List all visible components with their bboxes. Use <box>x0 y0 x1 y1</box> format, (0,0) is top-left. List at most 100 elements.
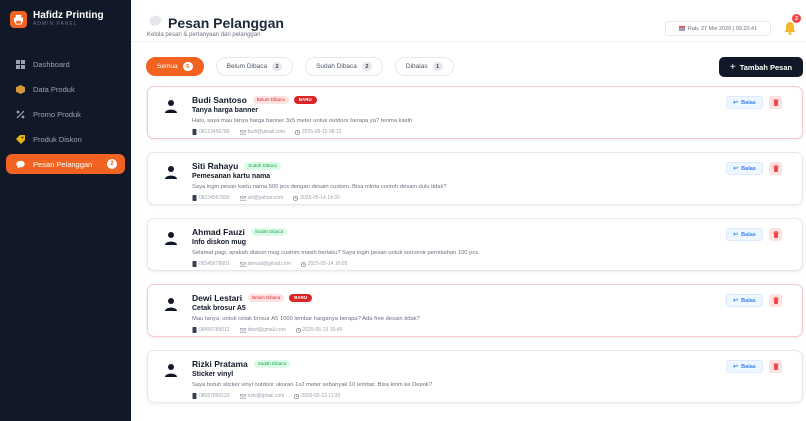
sender-email: dewi@gmail.com <box>247 327 286 333</box>
message-text: Selamat pagi, apakah diskon mug custom m… <box>192 250 480 256</box>
email-icon <box>239 195 246 201</box>
sidebar-item-data-produk[interactable]: Data Produk <box>6 79 125 99</box>
phone-icon <box>192 393 197 399</box>
notification-badge: 2 <box>792 14 801 23</box>
filter-count: 1 <box>432 62 443 71</box>
message-meta: 08123456789 budi@gmail.com 2025-05-15 09… <box>192 128 692 136</box>
add-message-label: Tambah Pesan <box>739 62 793 72</box>
delete-button[interactable] <box>769 294 782 307</box>
sidebar-item-promo-produk[interactable]: Promo Produk <box>6 104 125 124</box>
phone-icon <box>192 261 197 267</box>
reply-label: Balas <box>741 363 756 370</box>
message-text: Saya ingin pesan kartu nama 500 pcs deng… <box>192 184 447 190</box>
add-message-button[interactable]: + Tambah Pesan <box>719 57 803 77</box>
sender-email: rizki@gmail.com <box>247 393 285 399</box>
sender-phone: 08123456789 <box>199 129 230 135</box>
sidebar-unread-badge: 2 <box>107 159 117 169</box>
page-title: Pesan Pelanggan <box>168 15 284 31</box>
status-badge: Belum Dibaca <box>248 293 285 302</box>
message-meta: 08456789012 dewi@gmail.com 2025-05-13 16… <box>192 326 692 334</box>
message-card[interactable]: Siti Rahayu Sudah Dibaca Pemesanan kartu… <box>147 152 803 205</box>
page-header: Pesan Pelanggan Kelola pesan & pertanyaa… <box>131 0 806 42</box>
reply-button[interactable]: ↩ Balas <box>726 360 763 373</box>
email-icon <box>239 393 246 399</box>
sidebar-item-label: Pesan Pelanggan <box>33 159 93 169</box>
main-content: Pesan Pelanggan Kelola pesan & pertanyaa… <box>131 0 806 421</box>
phone-icon <box>192 327 197 333</box>
sidebar-nav: Dashboard Data Produk Promo Produk Produ… <box>0 54 131 179</box>
status-badge: Sudah Dibaca <box>244 161 281 170</box>
message-text: Saya butuh sticker vinyl outdoor ukuran … <box>192 382 433 388</box>
email-icon <box>239 261 246 267</box>
sidebar-item-label: Promo Produk <box>33 109 81 119</box>
message-text: Halo, saya mau tanya harga banner 3x5 me… <box>192 118 413 124</box>
reply-label: Balas <box>741 231 756 238</box>
message-subject: Sticker vinyl <box>192 371 234 378</box>
message-date: 2025-05-14 14:30 <box>300 195 340 201</box>
brand[interactable]: Hafidz Printing ADMIN PANEL <box>0 0 131 38</box>
message-date: 2025-05-14 10:05 <box>307 261 348 267</box>
brand-title: Hafidz Printing <box>33 10 104 21</box>
box-icon <box>14 83 26 95</box>
message-meta: 08567890123 rizki@gmail.com 2025-05-13 1… <box>192 392 692 400</box>
message-card[interactable]: Dewi Lestari Belum Dibaca BARU Cetak bro… <box>147 284 803 337</box>
sidebar-item-pesan-pelanggan[interactable]: Pesan Pelanggan 2 <box>6 154 125 174</box>
reply-button[interactable]: ↩ Balas <box>726 228 763 241</box>
reply-button[interactable]: ↩ Balas <box>726 294 763 307</box>
sidebar-item-dashboard[interactable]: Dashboard <box>6 54 125 74</box>
sender-phone: 08567890123 <box>199 393 230 399</box>
delete-button[interactable] <box>769 360 782 373</box>
message-date: 2025-05-13 16:45 <box>302 327 343 333</box>
sidebar-item-label: Data Produk <box>33 84 75 94</box>
message-meta: 08345678901 ahmad@gmail.com 2025-05-14 1… <box>192 260 692 268</box>
datetime-text: Rab, 27 Mei 2026 | 09.20.41 <box>687 25 758 32</box>
sender-email: ahmad@gmail.com <box>247 261 291 267</box>
email-icon <box>239 327 246 333</box>
filter-sudah-dibaca[interactable]: Sudah Dibaca 2 <box>305 57 383 76</box>
sidebar: Hafidz Printing ADMIN PANEL Dashboard Da… <box>0 0 131 421</box>
filter-semua[interactable]: Semua 5 <box>146 57 204 76</box>
trash-icon <box>772 165 779 172</box>
filter-dibalas[interactable]: Dibalas 1 <box>394 57 454 76</box>
message-card[interactable]: Budi Santoso Belum Dibaca BARU Tanya har… <box>147 86 803 139</box>
plus-icon: + <box>729 61 736 73</box>
filter-count: 2 <box>361 62 372 71</box>
message-subject: Cetak brosur A5 <box>192 305 246 312</box>
message-card[interactable]: Rizki Pratama Sudah Dibaca Sticker vinyl… <box>147 350 803 403</box>
status-badge: Sudah Dibaca <box>250 227 288 236</box>
percent-icon <box>14 108 26 120</box>
message-card[interactable]: Ahmad Fauzi Sudah Dibaca Info diskon mug… <box>147 218 803 271</box>
reply-button[interactable]: ↩ Balas <box>726 96 763 109</box>
user-avatar-icon <box>164 363 178 377</box>
reply-icon: ↩ <box>733 364 739 370</box>
sidebar-item-produk-diskon[interactable]: Produk Diskon <box>6 129 125 149</box>
delete-button[interactable] <box>769 228 782 241</box>
printer-logo-icon <box>10 10 27 28</box>
trash-icon <box>772 297 779 304</box>
sender-phone: 08456789012 <box>199 327 230 333</box>
sender-phone: 08345678901 <box>199 261 230 267</box>
user-avatar-icon <box>164 165 178 179</box>
new-badge: BARU <box>293 95 317 104</box>
chat-bubble-icon <box>149 14 162 32</box>
filter-belum-dibaca[interactable]: Belum Dibaca 2 <box>215 57 294 76</box>
clock-icon <box>295 327 301 333</box>
delete-button[interactable] <box>769 162 782 175</box>
reply-button[interactable]: ↩ Balas <box>726 162 763 175</box>
delete-button[interactable] <box>769 96 782 109</box>
filter-count: 2 <box>272 62 283 71</box>
sender-email: siti@yahoo.com <box>247 195 284 201</box>
user-avatar-icon <box>164 297 178 311</box>
filter-label: Semua <box>157 63 178 70</box>
page-subtitle: Kelola pesan & pertanyaan dari pelanggan <box>147 32 261 38</box>
message-date: 2025-05-15 09:12 <box>301 129 342 135</box>
sender-name: Dewi Lestari <box>192 292 243 303</box>
message-date: 2025-05-13 11:20 <box>301 393 341 399</box>
sender-name: Siti Rahayu <box>192 160 239 171</box>
sender-name: Rizki Pratama <box>192 358 248 369</box>
reply-icon: ↩ <box>733 166 739 172</box>
filter-count: 5 <box>182 62 193 71</box>
filter-label: Belum Dibaca <box>226 63 268 70</box>
chat-icon <box>14 158 26 170</box>
message-meta: 08234567890 siti@yahoo.com 2025-05-14 14… <box>192 194 692 202</box>
